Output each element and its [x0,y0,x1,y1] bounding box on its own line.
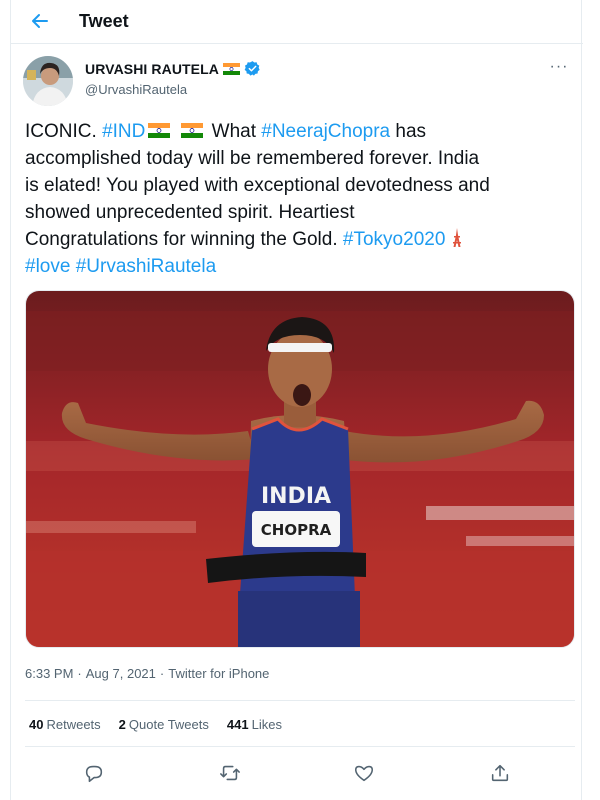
hashtag-ind[interactable]: #IND [102,121,145,142]
tweet-text-segment: ICONIC. [25,121,103,142]
tweet-line-1: ICONIC. #IND What #NeerajChopra has [25,118,575,145]
author-name-row[interactable]: URVASHI RAUTELA [85,60,261,77]
athlete-photo: INDIA CHOPRA [26,291,574,647]
verified-badge-icon [244,61,260,76]
reply-button[interactable] [79,758,109,788]
avatar[interactable] [23,56,73,106]
tweet-text-segment: What [206,121,262,142]
quote-tweets-label: Quote Tweets [128,717,209,732]
likes-count: 441 [226,717,249,732]
quote-tweets-stat[interactable]: 2 Quote Tweets [119,717,209,732]
tweet-line-3: is elated! You played with exceptional d… [25,175,490,196]
retweets-count: 40 [29,717,44,732]
tokyo-tower-emoji-icon [453,228,462,247]
tweet-line-6: #love #UrvashiRautela [25,253,575,280]
tweet-line-2: accomplished today will be remembered fo… [25,148,480,169]
engagement-stats: 40 Retweets 2 Quote Tweets 441 Likes [29,717,282,732]
tweet-time[interactable]: 6:33 PM [25,666,73,681]
hashtag-tokyo2020[interactable]: #Tokyo2020 [343,229,445,250]
tweet-source[interactable]: Twitter for iPhone [168,666,269,681]
quote-tweets-count: 2 [118,717,126,732]
retweet-icon [220,765,240,781]
share-button[interactable] [485,758,515,788]
like-button[interactable] [349,758,379,788]
author-display-name: URVASHI RAUTELA [85,60,219,77]
tweet-date[interactable]: Aug 7, 2021 [86,666,156,681]
header-bar: Tweet [11,0,583,44]
india-flag-emoji-icon [148,123,171,138]
retweet-button[interactable] [215,758,245,788]
divider [25,746,575,747]
page-title: Tweet [79,11,129,31]
reply-icon [85,765,103,783]
bib-text: CHOPRA [261,521,332,539]
tweet-text-segment: has [390,121,427,142]
tweet-line-5: Congratulations for winning the Gold. #T… [25,226,575,253]
share-icon [491,764,509,782]
tweet-photo[interactable]: INDIA CHOPRA [25,290,575,648]
arrow-left-icon [32,14,48,28]
tweet-actions [11,758,583,788]
meta-separator: · [159,666,165,681]
heart-icon [354,765,374,782]
meta-separator: · [77,666,82,681]
vest-text: INDIA [261,484,331,509]
tweet-body: ICONIC. #IND What #NeerajChopra has acco… [25,118,575,280]
tweet-meta: 6:33 PM · Aug 7, 2021 · Twitter for iPhone [25,666,269,681]
hashtag-love[interactable]: #love [25,256,70,277]
author-handle[interactable]: @UrvashiRautela [85,82,187,97]
india-flag-emoji-icon [181,123,204,138]
retweets-stat[interactable]: 40 Retweets [29,717,101,732]
tweet-text-segment: Congratulations for winning the Gold. [25,229,343,250]
likes-stat[interactable]: 441 Likes [227,717,282,732]
avatar-image [23,56,73,106]
more-options-button[interactable]: ··· [547,58,571,78]
tweet-line-4: showed unprecedented spirit. Heartiest [25,202,355,223]
retweets-label: Retweets [46,717,101,732]
hashtag-neerajchopra[interactable]: #NeerajChopra [261,121,390,142]
hashtag-urvashirautela[interactable]: #UrvashiRautela [76,256,216,277]
tweet-page: Tweet URVASHI RAUTELA @UrvashiRautela ··… [10,0,583,800]
likes-label: Likes [251,717,282,732]
divider [25,700,575,701]
back-button[interactable] [25,8,55,34]
india-flag-icon [223,62,240,75]
